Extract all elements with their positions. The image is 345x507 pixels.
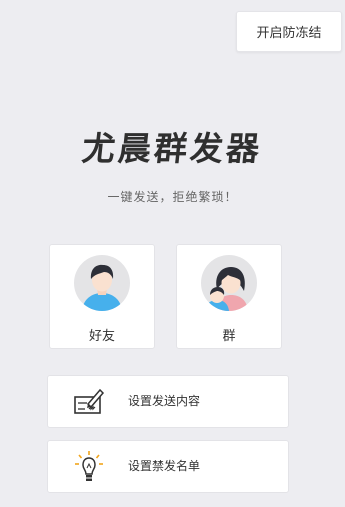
- user-avatar-icon: [74, 255, 130, 311]
- group-avatar-icon: [201, 255, 257, 311]
- friends-label: 好友: [88, 329, 115, 344]
- set-blocklist-button[interactable]: 设置禁发名单: [47, 440, 289, 493]
- app-slogan: 一键发送，拒绝繁琐！: [107, 190, 238, 204]
- set-send-content-button[interactable]: 设置发送内容: [47, 375, 289, 428]
- cheque-pen-icon: [72, 385, 106, 419]
- set-send-content-label: 设置发送内容: [128, 394, 201, 408]
- friends-card[interactable]: 好友: [49, 244, 155, 349]
- enable-anti-freeze-button[interactable]: 开启防冻结: [236, 11, 342, 52]
- groups-label: 群: [222, 329, 236, 344]
- lightbulb-icon: [72, 450, 106, 484]
- groups-card[interactable]: 群: [176, 244, 282, 349]
- app-logo: 尤晨群发器: [80, 129, 265, 168]
- set-blocklist-label: 设置禁发名单: [128, 459, 201, 473]
